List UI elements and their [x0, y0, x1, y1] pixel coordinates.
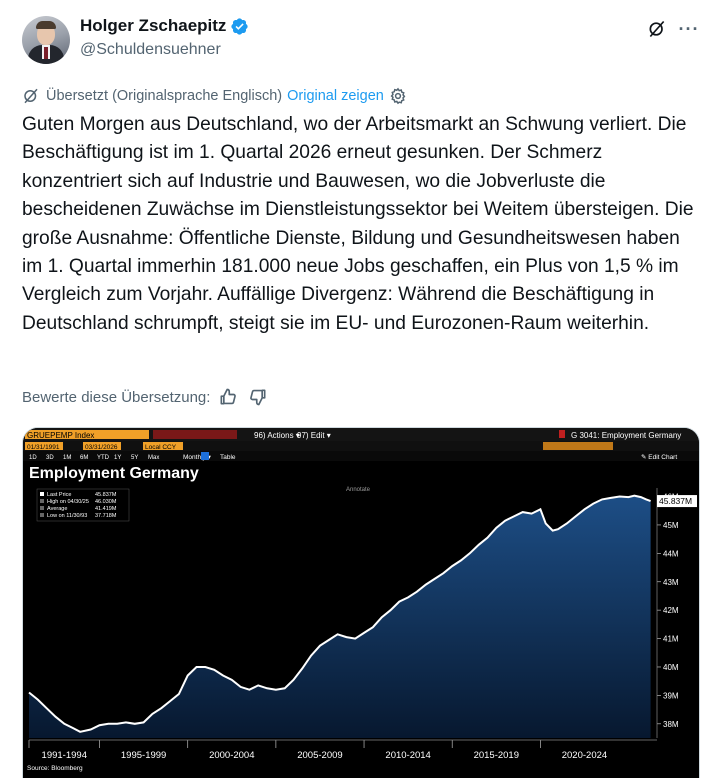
last-value-label: 45.837M	[659, 496, 692, 506]
tweet-text: Guten Morgen aus Deutschland, wo der Arb…	[22, 114, 694, 334]
legend-value: 41.419M	[95, 506, 117, 512]
chart-image[interactable]: GRUEPEMP Index 96) Actions ▾ 97) Edit ▾ …	[22, 427, 700, 778]
gear-icon[interactable]	[389, 87, 407, 105]
period-button[interactable]: 5Y	[131, 455, 138, 461]
edit-menu[interactable]: 97) Edit ▾	[297, 431, 331, 440]
tweet-header: Holger Zschaepitz @Schuldensuehner ···	[22, 14, 698, 66]
x-tick-label: 2020-2024	[562, 750, 607, 761]
end-date[interactable]: 03/31/2026	[85, 444, 118, 451]
start-date[interactable]: 01/31/1991	[27, 444, 60, 451]
period-button[interactable]: 6M	[80, 455, 88, 461]
y-tick-label: 44M	[663, 549, 679, 558]
avatar[interactable]	[22, 16, 70, 64]
translation-rating: Bewerte diese Übersetzung:	[22, 386, 268, 408]
legend-value: 45.837M	[95, 492, 117, 498]
y-tick-label: 39M	[663, 691, 679, 700]
x-tick-label: 1995-1999	[121, 750, 166, 761]
translation-text: Übersetzt (Originalsprache Englisch)	[46, 88, 283, 104]
legend-label: High on 04/30/25	[47, 499, 89, 505]
series-area	[29, 495, 651, 738]
ticker-label: GRUEPEMP Index	[27, 431, 94, 440]
period-button[interactable]: 1D	[29, 455, 37, 461]
legend-label: Low on 11/30/93	[47, 513, 87, 519]
period-button[interactable]: 1M	[63, 455, 71, 461]
user-handle[interactable]: @Schuldensuehner	[80, 41, 221, 59]
translate-icon	[24, 88, 38, 104]
annotate-button[interactable]: Annotate	[346, 487, 371, 493]
verified-badge-icon	[231, 17, 249, 35]
legend-label: Average	[47, 506, 67, 512]
source-label: Source: Bloomberg	[27, 765, 83, 772]
y-tick-label: 41M	[663, 635, 679, 644]
thumbs-down-icon[interactable]	[248, 387, 268, 407]
y-tick-label: 42M	[663, 606, 679, 615]
period-button[interactable]: 3D	[46, 455, 54, 461]
currency-select[interactable]: Local CCY	[145, 444, 177, 451]
actions-menu[interactable]: 96) Actions ▾	[254, 431, 300, 440]
period-button[interactable]: 1Y	[114, 455, 121, 461]
legend-swatch	[40, 513, 44, 517]
period-button[interactable]: YTD	[97, 455, 110, 461]
table-button[interactable]: Table	[220, 454, 236, 461]
display-name[interactable]: Holger Zschaepitz	[80, 16, 226, 36]
x-tick-label: 2010-2014	[385, 750, 430, 761]
name-row: Holger Zschaepitz	[80, 16, 249, 36]
show-original-link[interactable]: Original zeigen	[287, 88, 384, 104]
chart-title: Employment Germany	[29, 465, 199, 482]
employment-chart: GRUEPEMP Index 96) Actions ▾ 97) Edit ▾ …	[23, 428, 699, 778]
translation-notice: Übersetzt (Originalsprache Englisch) Ori…	[22, 86, 407, 106]
edit-chart-button[interactable]: ✎ Edit Chart	[641, 454, 677, 461]
x-tick-label: 2000-2004	[209, 750, 254, 761]
legend-swatch	[40, 499, 44, 503]
thumbs-up-icon[interactable]	[218, 387, 238, 407]
page-title: G 3041: Employment Germany	[571, 431, 681, 440]
legend-swatch	[40, 506, 44, 510]
grok-icon[interactable]	[646, 18, 668, 40]
rating-label: Bewerte diese Übersetzung:	[22, 388, 211, 406]
y-tick-label: 40M	[663, 663, 679, 672]
legend-value: 37.718M	[95, 513, 117, 519]
y-tick-label: 43M	[663, 578, 679, 587]
y-tick-label: 38M	[663, 720, 679, 729]
y-tick-label: 45M	[663, 521, 679, 530]
x-tick-label: 2015-2019	[474, 750, 519, 761]
legend-swatch	[40, 492, 44, 496]
more-options-icon[interactable]: ···	[678, 18, 700, 40]
legend-label: Last Price	[47, 492, 71, 498]
x-tick-label: 2005-2009	[297, 750, 342, 761]
x-tick-label: 1991-1994	[42, 750, 87, 761]
period-button[interactable]: Max	[148, 455, 159, 461]
legend-value: 46.030M	[95, 499, 117, 505]
